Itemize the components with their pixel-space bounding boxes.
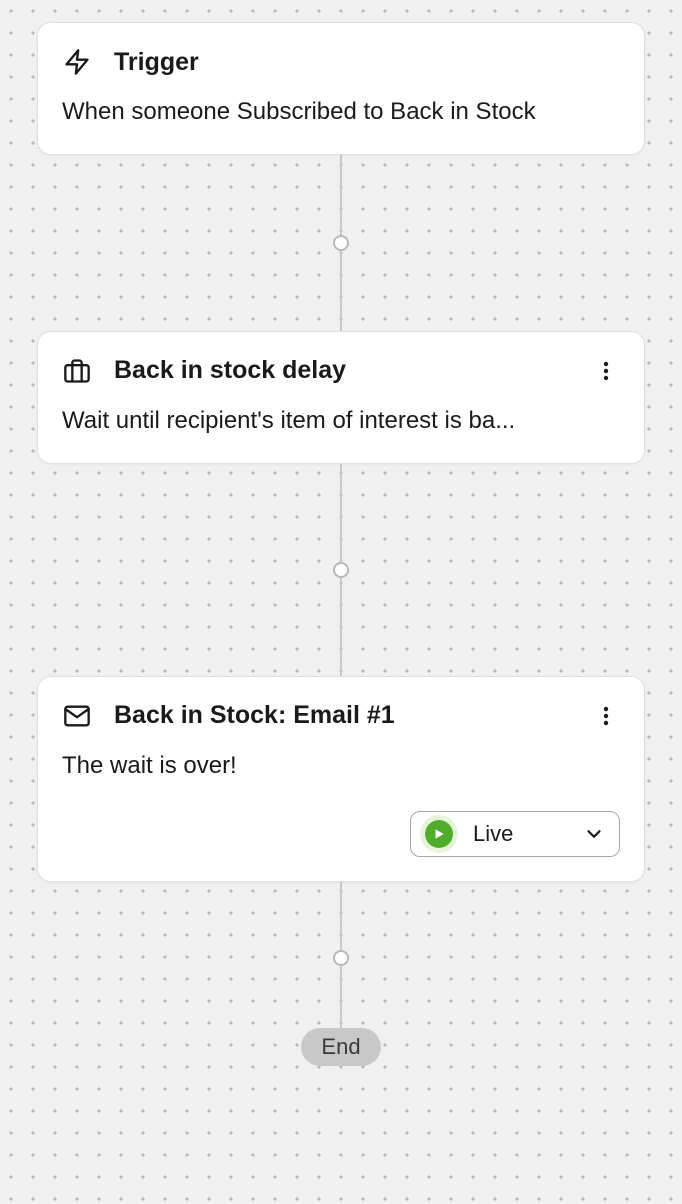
connector [333,155,349,331]
chevron-down-icon [583,823,605,845]
more-menu-button[interactable] [592,702,620,730]
briefcase-icon [62,356,92,386]
email-description: The wait is over! [62,749,620,784]
add-node-dot[interactable] [333,950,349,966]
connector [333,464,349,676]
delay-description: Wait until recipient's item of interest … [62,404,620,439]
connector [333,882,349,1028]
trigger-card[interactable]: Trigger When someone Subscribed to Back … [37,22,645,155]
delay-card[interactable]: Back in stock delay Wait until recipient… [37,331,645,464]
play-icon [425,820,453,848]
email-title: Back in Stock: Email #1 [114,701,570,730]
lightning-icon [62,47,92,77]
end-node: End [301,1028,380,1066]
flow-canvas: Trigger When someone Subscribed to Back … [0,0,682,1066]
more-menu-button[interactable] [592,357,620,385]
delay-title: Back in stock delay [114,356,570,385]
trigger-description: When someone Subscribed to Back in Stock [62,95,620,130]
add-node-dot[interactable] [333,562,349,578]
email-card[interactable]: Back in Stock: Email #1 The wait is over… [37,676,645,883]
trigger-title: Trigger [114,48,620,77]
status-dropdown[interactable]: Live [410,811,620,857]
add-node-dot[interactable] [333,235,349,251]
status-label: Live [473,821,569,847]
mail-icon [62,701,92,731]
